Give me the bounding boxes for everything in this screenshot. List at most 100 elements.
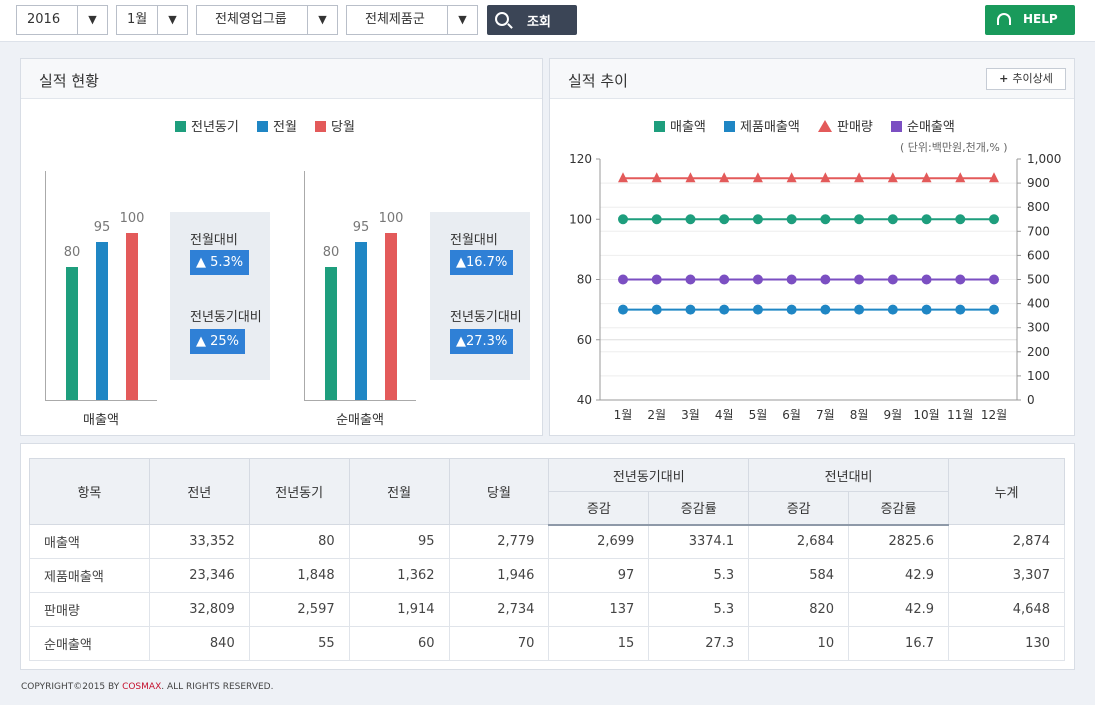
y-right-tick-label: 1,000 xyxy=(1027,152,1061,166)
table-cell: 130 xyxy=(948,626,1065,661)
legend-label: 전월 xyxy=(272,120,297,135)
table-cell: 27.3 xyxy=(648,626,750,661)
y-right-tick-label: 100 xyxy=(1027,369,1050,383)
status-panel-title: 실적 현황 xyxy=(39,72,99,90)
series-point xyxy=(955,214,966,225)
table-cell: 97 xyxy=(548,558,650,593)
row-label-cell: 제품매출액 xyxy=(29,558,150,593)
table-cell: 2825.6 xyxy=(848,524,949,559)
table-cell: 584 xyxy=(748,558,850,593)
series-point xyxy=(887,214,898,225)
product-group-select[interactable]: 전체제품군 ▼ xyxy=(346,5,478,35)
header-item: 항목 xyxy=(29,458,150,525)
x-tick-label: 11월 xyxy=(947,408,973,422)
bar-value-label: 100 xyxy=(119,211,145,226)
headset-icon xyxy=(997,13,1011,25)
series-point xyxy=(651,304,662,315)
series-point xyxy=(921,304,932,315)
series-point xyxy=(820,304,831,315)
status-panel: 실적 현황 전년동기 전월 당월 80 95 100 매출액 전월대비 ▲ 5.3%… xyxy=(20,58,543,436)
series-point xyxy=(786,274,797,285)
sales-group-select[interactable]: 전체영업그룹 ▼ xyxy=(196,5,338,35)
series-point xyxy=(786,304,797,315)
table-cell: 55 xyxy=(248,626,350,661)
bar-category-label: 매출액 xyxy=(83,413,119,428)
series-point xyxy=(989,304,999,315)
table-cell: 32,809 xyxy=(148,592,250,627)
legend-swatch xyxy=(315,121,327,132)
year-select[interactable]: 2016 ▼ xyxy=(16,5,108,35)
bar-this-month xyxy=(385,233,397,400)
legend-item: 당월 xyxy=(315,116,355,135)
y-right-tick-label: 800 xyxy=(1027,200,1050,214)
table-cell: 15 xyxy=(548,626,650,661)
y-right-tick-label: 300 xyxy=(1027,321,1050,335)
table-cell: 33,352 xyxy=(148,524,250,559)
month-select[interactable]: 1월 ▼ xyxy=(116,5,188,35)
table-cell: 2,597 xyxy=(248,592,350,627)
y-right-tick-label: 500 xyxy=(1027,273,1050,287)
table-cell: 3374.1 xyxy=(648,524,750,559)
table-cell: 95 xyxy=(348,524,450,559)
y-left-tick-label: 120 xyxy=(569,152,592,166)
table-cell: 2,699 xyxy=(548,524,650,559)
year-select-value: 2016 xyxy=(27,12,61,27)
series-point xyxy=(618,274,628,285)
footer-brand: COSMAX xyxy=(122,682,162,692)
header-this-month: 당월 xyxy=(448,458,550,525)
table-cell: 3,307 xyxy=(948,558,1065,593)
legend-item: 전월 xyxy=(256,116,297,135)
table-cell: 10 xyxy=(748,626,850,661)
trend-line-chart: 40 60 80 100 120 0 100 200 300 400 500 600 700 800 900… xyxy=(569,152,1061,422)
comparison-box-net-sales: 전월대비 ▲16.7% 전년동기대비 ▲27.3% xyxy=(430,212,530,380)
comparison-label: 전년동기대비 xyxy=(450,310,522,325)
x-axis-line xyxy=(45,400,157,401)
series-point xyxy=(651,274,662,285)
legend-swatch xyxy=(256,121,268,132)
y-right-tick-label: 600 xyxy=(1027,248,1050,262)
y-left-tick-label: 40 xyxy=(577,393,592,407)
table-cell: 137 xyxy=(548,592,650,627)
search-button[interactable]: 조회 xyxy=(487,5,577,35)
row-label-cell: 판매량 xyxy=(29,592,150,627)
search-button-label: 조회 xyxy=(527,15,551,30)
bar-value-label: 80 xyxy=(322,245,340,260)
x-tick-label: 12월 xyxy=(981,408,1007,422)
product-group-select-value: 전체제품군 xyxy=(365,12,425,27)
comparison-box-sales: 전월대비 ▲ 5.3% 전년동기대비 ▲ 25% xyxy=(170,212,270,380)
footer-prefix: COPYRIGHT©2015 BY xyxy=(21,682,123,692)
summary-table: 항목 전년 전년동기 전월 당월 전년동기대비 전년대비 누계 증감 증감률 증… xyxy=(29,458,1065,661)
series-point xyxy=(887,274,898,285)
table-cell: 1,914 xyxy=(348,592,450,627)
comparison-label: 전월대비 xyxy=(450,233,498,248)
table-cell: 1,362 xyxy=(348,558,450,593)
table-row: 순매출액 840 55 60 70 15 27.3 10 16.7 130 xyxy=(29,626,1065,661)
series-point xyxy=(752,274,763,285)
legend-swatch xyxy=(175,121,186,132)
series-point xyxy=(685,214,696,225)
chevron-down-icon: ▼ xyxy=(77,6,107,34)
series-point xyxy=(752,304,763,315)
bar-this-month xyxy=(126,233,138,400)
series-point xyxy=(820,274,831,285)
header-yoy-same: 전년동기대비 xyxy=(548,458,750,492)
table-cell: 16.7 xyxy=(848,626,949,661)
row-label-cell: 매출액 xyxy=(29,524,150,559)
series-point xyxy=(786,214,797,225)
table-cell: 42.9 xyxy=(848,592,949,627)
series-point xyxy=(685,274,696,285)
trend-panel: 실적 추이 + 추이상세 매출액 제품매출액 판매량 순매출액 ( 단위:백만원,… xyxy=(549,58,1075,436)
bar-prev-year xyxy=(66,267,78,400)
series-point xyxy=(955,274,966,285)
help-button[interactable]: HELP xyxy=(985,5,1075,35)
table-cell: 2,874 xyxy=(948,524,1065,559)
table-cell: 820 xyxy=(748,592,850,627)
table-cell: 42.9 xyxy=(848,558,949,593)
header-prev-month: 전월 xyxy=(348,458,450,525)
table-cell: 60 xyxy=(348,626,450,661)
bar-category-label: 순매출액 xyxy=(336,413,384,428)
y-right-tick-label: 0 xyxy=(1027,393,1035,407)
status-legend: 전년동기 전월 당월 xyxy=(175,116,369,135)
y-left-tick-label: 100 xyxy=(569,212,592,226)
comparison-badge: ▲ 5.3% xyxy=(190,250,250,275)
